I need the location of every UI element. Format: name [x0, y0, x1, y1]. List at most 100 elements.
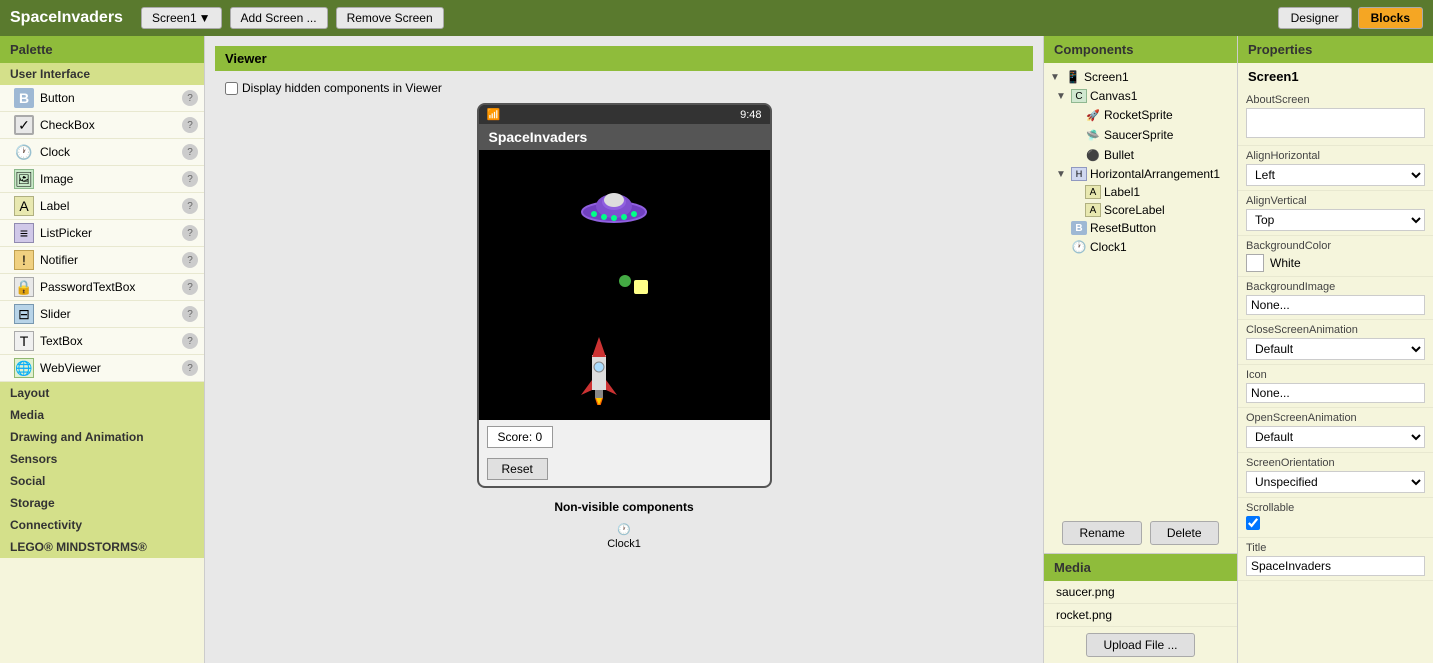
scrollable-checkbox[interactable] — [1246, 516, 1260, 530]
designer-button[interactable]: Designer — [1278, 7, 1352, 29]
section-media[interactable]: Media — [0, 404, 204, 426]
palette-item-webviewer[interactable]: 🌐 WebViewer ? — [0, 355, 204, 382]
palette-item-button[interactable]: B Button ? — [0, 85, 204, 112]
title-input[interactable] — [1246, 556, 1425, 576]
toggle-label1 — [1068, 185, 1082, 199]
screen1-dropdown[interactable]: Screen1 ▼ — [141, 7, 222, 29]
alignhorizontal-select[interactable]: Left Center Right — [1246, 164, 1425, 186]
tree-label-saucersprite: SaucerSprite — [1104, 128, 1173, 142]
icon-input[interactable] — [1246, 383, 1425, 403]
section-connectivity[interactable]: Connectivity — [0, 514, 204, 536]
prop-alignhorizontal: AlignHorizontal Left Center Right — [1238, 146, 1433, 191]
palette-item-passwordtextbox[interactable]: 🔒 PasswordTextBox ? — [0, 274, 204, 301]
tree-item-horzarr1[interactable]: ▼ H HorizontalArrangement1 — [1044, 165, 1237, 183]
upload-file-button[interactable]: Upload File ... — [1086, 633, 1194, 657]
section-drawing[interactable]: Drawing and Animation — [0, 426, 204, 448]
palette-item-image[interactable]: 🖼 Image ? — [0, 166, 204, 193]
tree-item-clock1[interactable]: 🕐 Clock1 — [1044, 237, 1237, 257]
palette-item-textbox[interactable]: T TextBox ? — [0, 328, 204, 355]
passwordtextbox-info[interactable]: ? — [182, 279, 198, 295]
webviewer-info[interactable]: ? — [182, 360, 198, 376]
label-info[interactable]: ? — [182, 198, 198, 214]
tree-label-screen1: Screen1 — [1084, 70, 1129, 84]
tree-item-screen1[interactable]: ▼ 📱 Screen1 — [1044, 67, 1237, 87]
display-hidden-row: Display hidden components in Viewer — [225, 81, 1023, 95]
slider-info[interactable]: ? — [182, 306, 198, 322]
palette-item-checkbox[interactable]: ✓ CheckBox ? — [0, 112, 204, 139]
add-screen-button[interactable]: Add Screen ... — [230, 7, 328, 29]
saucer-sprite — [579, 190, 649, 225]
clock1-icon: 🕐 — [1071, 239, 1087, 255]
backgroundimage-input[interactable] — [1246, 295, 1425, 315]
section-sensors[interactable]: Sensors — [0, 448, 204, 470]
image-info[interactable]: ? — [182, 171, 198, 187]
tree-item-rocketsprite[interactable]: 🚀 RocketSprite — [1044, 105, 1237, 125]
palette-item-clock[interactable]: 🕐 Clock ? — [0, 139, 204, 166]
toggle-bullet — [1068, 148, 1082, 162]
tree-label-horzarr1: HorizontalArrangement1 — [1090, 167, 1220, 181]
closescreenanimation-select[interactable]: Default Fade Zoom None — [1246, 338, 1425, 360]
textbox-info[interactable]: ? — [182, 333, 198, 349]
palette-item-notifier[interactable]: ! Notifier ? — [0, 247, 204, 274]
listpicker-info[interactable]: ? — [182, 225, 198, 241]
reset-button-viewer[interactable]: Reset — [487, 458, 548, 480]
resetbutton-icon: B — [1071, 221, 1087, 235]
notifier-info[interactable]: ? — [182, 252, 198, 268]
rename-button[interactable]: Rename — [1062, 521, 1141, 545]
rocket-sprite — [579, 335, 619, 405]
tree-item-saucersprite[interactable]: 🛸 SaucerSprite — [1044, 125, 1237, 145]
remove-screen-button[interactable]: Remove Screen — [336, 7, 444, 29]
tree-label-resetbutton: ResetButton — [1090, 221, 1156, 235]
section-lego[interactable]: LEGO® MINDSTORMS® — [0, 536, 204, 558]
bgcolor-swatch[interactable] — [1246, 254, 1264, 272]
palette-label-webviewer: WebViewer — [40, 361, 182, 375]
prop-closescreenanimation: CloseScreenAnimation Default Fade Zoom N… — [1238, 320, 1433, 365]
display-hidden-label: Display hidden components in Viewer — [242, 81, 442, 95]
section-layout[interactable]: Layout — [0, 382, 204, 404]
delete-button[interactable]: Delete — [1150, 521, 1219, 545]
checkbox-icon: ✓ — [14, 115, 34, 135]
toggle-horzarr1[interactable]: ▼ — [1054, 167, 1068, 181]
section-storage[interactable]: Storage — [0, 492, 204, 514]
palette-label-checkbox: CheckBox — [40, 118, 182, 132]
screen1-icon: 📱 — [1065, 69, 1081, 85]
tree-item-bullet[interactable]: ⚫ Bullet — [1044, 145, 1237, 165]
palette-label-textbox: TextBox — [40, 334, 182, 348]
media-header: Media — [1044, 554, 1237, 581]
palette-label-passwordtextbox: PasswordTextBox — [40, 280, 182, 294]
tree-item-label1[interactable]: A Label1 — [1044, 183, 1237, 201]
button-info[interactable]: ? — [182, 90, 198, 106]
palette-item-slider[interactable]: ⊟ Slider ? — [0, 301, 204, 328]
display-hidden-checkbox[interactable] — [225, 82, 238, 95]
palette-item-listpicker[interactable]: ≡ ListPicker ? — [0, 220, 204, 247]
toggle-screen1[interactable]: ▼ — [1048, 70, 1062, 84]
clock-icon: 🕐 — [14, 142, 34, 162]
screenorientation-select[interactable]: Unspecified Portrait Landscape Sensor — [1246, 471, 1425, 493]
section-user-interface[interactable]: User Interface — [0, 63, 204, 85]
alignvertical-select[interactable]: Top Center Bottom — [1246, 209, 1425, 231]
media-file-saucer[interactable]: saucer.png — [1044, 581, 1237, 604]
non-visible-clock1: 🕐 Clock1 — [607, 523, 641, 550]
aboutscreen-input[interactable] — [1246, 108, 1425, 138]
clock-nonvisible-icon: 🕐 — [617, 523, 631, 536]
tree-item-canvas1[interactable]: ▼ C Canvas1 — [1044, 87, 1237, 105]
saucersprite-icon: 🛸 — [1085, 127, 1101, 143]
openscreenanimation-select[interactable]: Default Fade Zoom None — [1246, 426, 1425, 448]
prop-title: Title — [1238, 538, 1433, 581]
palette-label-button: Button — [40, 91, 182, 105]
palette-panel: Palette User Interface B Button ? ✓ Chec… — [0, 36, 205, 663]
main-layout: Palette User Interface B Button ? ✓ Chec… — [0, 36, 1433, 663]
blocks-button[interactable]: Blocks — [1358, 7, 1423, 29]
prop-scrollable: Scrollable — [1238, 498, 1433, 538]
toggle-canvas1[interactable]: ▼ — [1054, 89, 1068, 103]
tree-item-resetbutton[interactable]: B ResetButton — [1044, 219, 1237, 237]
palette-label-image: Image — [40, 172, 182, 186]
section-social[interactable]: Social — [0, 470, 204, 492]
media-file-rocket[interactable]: rocket.png — [1044, 604, 1237, 627]
checkbox-info[interactable]: ? — [182, 117, 198, 133]
rocketsprite-icon: 🚀 — [1085, 107, 1101, 123]
palette-item-label[interactable]: A Label ? — [0, 193, 204, 220]
tree-item-scorelabel[interactable]: A ScoreLabel — [1044, 201, 1237, 219]
clock-info[interactable]: ? — [182, 144, 198, 160]
prop-screenorientation: ScreenOrientation Unspecified Portrait L… — [1238, 453, 1433, 498]
